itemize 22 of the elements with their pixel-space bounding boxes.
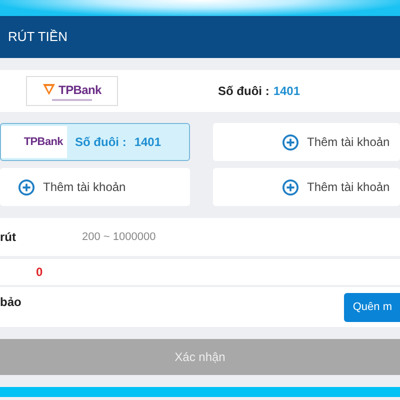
- account-suffix-label: Số đuôi :: [75, 134, 126, 151]
- account-card[interactable]: TPBank Số đuôi : 1401: [0, 123, 190, 161]
- account-suffix-label: Số đuôi :: [218, 83, 270, 100]
- add-icon: [282, 178, 299, 196]
- balance-value: 0: [36, 264, 43, 281]
- account-card[interactable]: Thêm tài khoản: [213, 168, 400, 206]
- field-label: bảo: [0, 294, 22, 311]
- bank-logo: TPBank: [1, 126, 67, 158]
- forgot-password-button[interactable]: Quên m: [344, 292, 400, 322]
- account-suffix: 1401: [134, 134, 162, 151]
- account-card[interactable]: Thêm tài khoản: [0, 168, 190, 206]
- account-card[interactable]: Thêm tài khoản: [213, 123, 400, 161]
- field-label: rút: [0, 229, 17, 246]
- account-suffix: 1401: [273, 83, 300, 100]
- amount-field[interactable]: 200 ~ 1000000: [82, 228, 262, 246]
- add-account-label: Thêm tài khoản: [43, 179, 126, 196]
- add-account-label: Thêm tài khoản: [307, 134, 390, 151]
- add-account-label: Thêm tài khoản: [307, 179, 390, 196]
- add-icon: [18, 178, 35, 196]
- bank-logo: TPBank: [26, 76, 118, 106]
- add-icon: [282, 134, 299, 150]
- page-title: RÚT TIỀN: [8, 28, 68, 46]
